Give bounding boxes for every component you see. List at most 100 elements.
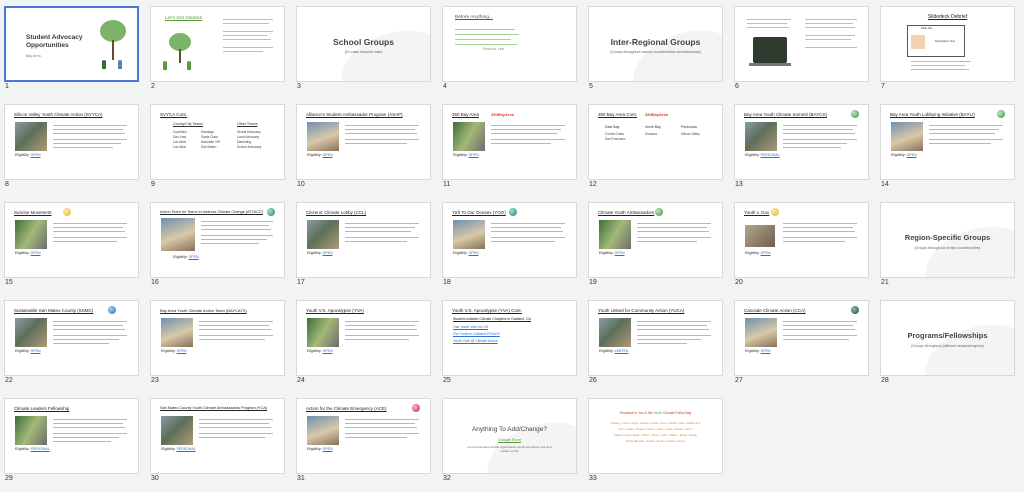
google-form-link[interactable]: Google Form [443, 437, 576, 442]
slide-thumbnail-16[interactable]: Action Team for Teens to Address Climate… [146, 196, 291, 291]
slide-thumbnail-11[interactable]: 350 Bay Area 350BayArea Eligibility: OPE… [438, 98, 583, 193]
slide-thumbnail-29[interactable]: Climate Leaders Fellowship Eligibility: … [0, 392, 145, 487]
laptop-illustration [753, 37, 787, 63]
slide-title: Citizens' Climate Lobby (CCL) [306, 210, 367, 215]
eligibility-link[interactable]: OPEN [907, 153, 917, 157]
slide-thumbnail-17[interactable]: Citizens' Climate Lobby (CCL) Eligibilit… [292, 196, 437, 291]
slide-thumbnail-12[interactable]: 350 Bay Area Cont. 350BayArea East Bay C… [584, 98, 729, 193]
org-logo-icon [771, 208, 779, 216]
slide-number: 1 [5, 83, 9, 90]
slide-canvas[interactable]: Youth v. Gov Eligibility: OPEN [734, 202, 869, 278]
eligibility-link[interactable]: OPEN [31, 349, 41, 353]
eligibility-link[interactable]: OPEN [469, 153, 479, 157]
eligibility-link[interactable]: OPEN [323, 447, 333, 451]
slide-thumbnail-5[interactable]: Inter-Regional Groups (Groups throughout… [584, 0, 729, 95]
chapter-link[interactable]: Our Youth in Oakland ROADS [453, 332, 500, 336]
slide-canvas[interactable]: Bay Area Youth Lobbying Initiative (BAYL… [880, 104, 1015, 180]
slide-thumbnail-7[interactable]: Slidedeck Debrief Slide title Descriptio… [876, 0, 1021, 95]
slide-thumbnail-1[interactable]: Student Advocacy Opportunities Bay Area … [0, 0, 145, 95]
slide-thumbnail-25[interactable]: Youth V.S. Apocalypse (YVA) Cont. Studen… [438, 294, 583, 389]
slide-canvas[interactable]: Citizens' Climate Lobby (CCL) Eligibilit… [296, 202, 431, 278]
slide-thumbnail-14[interactable]: Bay Area Youth Lobbying Initiative (BAYL… [876, 98, 1021, 193]
slide-canvas[interactable]: Alliance's Student Ambassador Program (A… [296, 104, 431, 180]
slide-canvas[interactable]: Slidedeck Debrief Slide title Descriptio… [880, 6, 1015, 82]
slide-thumbnail-4[interactable]: Before Anything... Email us, Lexi 4 [438, 0, 583, 95]
slide-thumbnail-9[interactable]: SVYCA Cont. County/City Teams Other Team… [146, 98, 291, 193]
slide-thumbnail-32[interactable]: Anything To Add/Change? Google Form Let … [438, 392, 583, 487]
eligibility-link[interactable]: OPEN [323, 153, 333, 157]
slide-canvas[interactable]: Climate Leaders Fellowship Eligibility: … [4, 398, 139, 474]
slide-canvas[interactable]: Region-Specific Groups (Groups throughou… [880, 202, 1015, 278]
eligibility-link[interactable]: OPEN [189, 255, 199, 259]
slide-thumbnail-31[interactable]: Action for the Climate Emergency (ACE) E… [292, 392, 437, 487]
slide-canvas[interactable]: Programs/Fellowships (Groups throughout … [880, 300, 1015, 376]
slide-canvas[interactable]: 350 Bay Area 350BayArea Eligibility: OPE… [442, 104, 577, 180]
slide-thumbnail-24[interactable]: Youth V.S. Apocalypse (YVA) Eligibility:… [292, 294, 437, 389]
slide-canvas[interactable]: SVYCA Cont. County/City Teams Other Team… [150, 104, 285, 180]
text-line [783, 223, 857, 225]
slide-canvas[interactable] [734, 6, 869, 82]
chapter-link[interactable]: Oak Youth Vote for US [453, 325, 488, 329]
slide-thumbnail-20[interactable]: Youth v. Gov Eligibility: OPEN 20 [730, 196, 875, 291]
slide-canvas[interactable]: School Groups (Ex-class relaunch date) [296, 6, 431, 82]
slide-canvas[interactable]: Action Team for Teens to Address Climate… [150, 202, 285, 278]
slide-thumbnail-21[interactable]: Region-Specific Groups (Groups throughou… [876, 196, 1021, 291]
slide-thumbnail-22[interactable]: Sustainable San Mateo County (SSMC) Elig… [0, 294, 145, 389]
slide-number: 15 [5, 279, 13, 286]
slide-thumbnail-3[interactable]: School Groups (Ex-class relaunch date) 3 [292, 0, 437, 95]
slide-canvas[interactable]: Youth V.S. Apocalypse (YVA) Cont. Studen… [442, 300, 577, 376]
slide-thumbnail-27[interactable]: Cascade Climate Action (CCA) Eligibility… [730, 294, 875, 389]
slide-canvas[interactable]: Inter-Regional Groups (Groups throughout… [588, 6, 723, 82]
eligibility-link[interactable]: OPEN [177, 349, 187, 353]
eligibility-link[interactable]: OPEN [469, 251, 479, 255]
text-line [911, 61, 971, 63]
slide-thumbnail-6[interactable]: 6 [730, 0, 875, 95]
eligibility-link[interactable]: OPEN [761, 349, 771, 353]
eligibility-link[interactable]: OPEN [31, 251, 41, 255]
slide-title: Action Team for Teens to Address Climate… [160, 210, 263, 214]
slide-thumbnail-19[interactable]: Climate Youth Ambassadors Eligibility: O… [584, 196, 729, 291]
eligibility-link[interactable]: OPEN [761, 251, 771, 255]
person-figure [187, 61, 191, 70]
slide-canvas[interactable]: Youth V.S. Apocalypse (YVA) Eligibility:… [296, 300, 431, 376]
slide-canvas[interactable]: Sustainable San Mateo County (SSMC) Elig… [4, 300, 139, 376]
slide-thumbnail-33[interactable]: Shoutout to You & the Youth Climate Poli… [584, 392, 729, 487]
eligibility-link[interactable]: PERSONAL [761, 153, 780, 157]
slide-canvas[interactable]: Silicon Valley Youth Climate Action (SVY… [4, 104, 139, 180]
slide-canvas[interactable]: Before Anything... Email us, Lexi [442, 6, 577, 82]
eligibility-link[interactable]: OPEN [323, 349, 333, 353]
slide-canvas[interactable]: Sunrise Movement Eligibility: OPEN [4, 202, 139, 278]
slide-canvas[interactable]: Bay Area Youth Climate Action Team (BAYC… [150, 300, 285, 376]
slide-thumbnail-23[interactable]: Bay Area Youth Climate Action Team (BAYC… [146, 294, 291, 389]
slide-number: 24 [297, 377, 305, 384]
slide-thumbnail-28[interactable]: Programs/Fellowships (Groups throughout … [876, 294, 1021, 389]
eligibility-link[interactable]: PERSONAL [177, 447, 196, 451]
slide-thumbnail-2[interactable]: Let's Get Started! 2 [146, 0, 291, 95]
slide-thumbnail-30[interactable]: San Mateo County Youth Climate Ambassado… [146, 392, 291, 487]
slide-canvas[interactable]: Shoutout to You & the Youth Climate Poli… [588, 398, 723, 474]
eligibility-link[interactable]: PERSONAL [31, 447, 50, 451]
slide-canvas[interactable]: San Mateo County Youth Climate Ambassado… [150, 398, 285, 474]
slide-canvas[interactable]: Ya'll To Our Oceans (YOO) Eligibility: O… [442, 202, 577, 278]
slide-canvas[interactable]: Climate Youth Ambassadors Eligibility: O… [588, 202, 723, 278]
slide-thumbnail-18[interactable]: Ya'll To Our Oceans (YOO) Eligibility: O… [438, 196, 583, 291]
slide-canvas[interactable]: 350 Bay Area Cont. 350BayArea East Bay C… [588, 104, 723, 180]
slide-thumbnail-15[interactable]: Sunrise Movement Eligibility: OPEN 15 [0, 196, 145, 291]
slide-thumbnail-13[interactable]: Bay Area Youth Climate Summit (BAYCS) El… [730, 98, 875, 193]
slide-canvas[interactable]: Bay Area Youth Climate Summit (BAYCS) El… [734, 104, 869, 180]
chapter-link[interactable]: Youth Vote @ Climate Action [453, 339, 498, 343]
slide-canvas[interactable]: Student Advocacy Opportunities Bay Area [4, 6, 139, 82]
eligibility-link[interactable]: OPEN [31, 153, 41, 157]
eligibility-link[interactable]: OPEN [323, 251, 333, 255]
eligibility-link[interactable]: LIMITED [615, 349, 629, 353]
text-line [345, 433, 419, 435]
slide-canvas[interactable]: Cascade Climate Action (CCA) Eligibility… [734, 300, 869, 376]
slide-canvas[interactable]: Youth United for Community Action (YUCA)… [588, 300, 723, 376]
slide-thumbnail-8[interactable]: Silicon Valley Youth Climate Action (SVY… [0, 98, 145, 193]
slide-thumbnail-26[interactable]: Youth United for Community Action (YUCA)… [584, 294, 729, 389]
slide-thumbnail-10[interactable]: Alliance's Student Ambassador Program (A… [292, 98, 437, 193]
slide-canvas[interactable]: Anything To Add/Change? Google Form Let … [442, 398, 577, 474]
eligibility-link[interactable]: OPEN [615, 251, 625, 255]
slide-canvas[interactable]: Action for the Climate Emergency (ACE) E… [296, 398, 431, 474]
slide-canvas[interactable]: Let's Get Started! [150, 6, 285, 82]
